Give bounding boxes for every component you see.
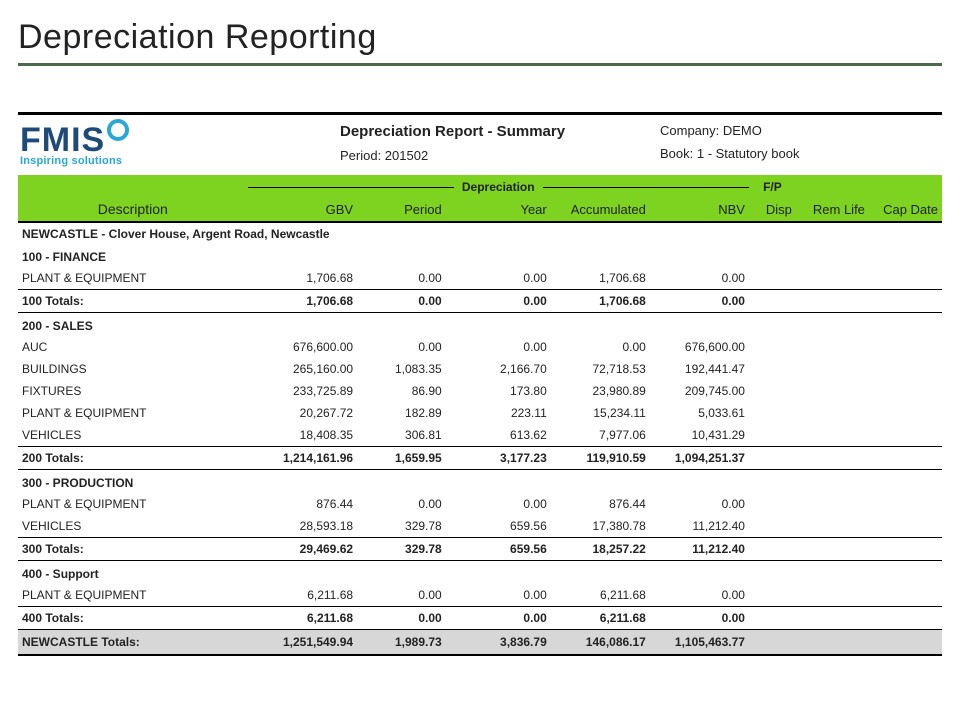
section-header: 400 - Support bbox=[18, 561, 942, 585]
section-totals: 300 Totals:29,469.62329.78659.5618,257.2… bbox=[18, 538, 942, 561]
col-accumulated: Accumulated bbox=[551, 199, 650, 222]
section-totals: 200 Totals:1,214,161.961,659.953,177.231… bbox=[18, 447, 942, 470]
row-desc: FIXTURES bbox=[18, 380, 248, 402]
col-gbv: GBV bbox=[248, 199, 358, 222]
title-rule bbox=[18, 63, 942, 66]
table-row: PLANT & EQUIPMENT1,706.680.000.001,706.6… bbox=[18, 267, 942, 290]
grand-label: NEWCASTLE Totals: bbox=[18, 630, 248, 656]
section-totals: 100 Totals:1,706.680.000.001,706.680.00 bbox=[18, 290, 942, 313]
row-desc: PLANT & EQUIPMENT bbox=[18, 402, 248, 424]
totals-label: 300 Totals: bbox=[18, 538, 248, 561]
col-disp: Disp bbox=[749, 199, 796, 222]
section-totals: 400 Totals:6,211.680.000.006,211.680.00 bbox=[18, 607, 942, 630]
col-period: Period bbox=[357, 199, 446, 222]
location-label: NEWCASTLE - Clover House, Argent Road, N… bbox=[18, 222, 942, 244]
totals-label: 100 Totals: bbox=[18, 290, 248, 313]
totals-label: 200 Totals: bbox=[18, 447, 248, 470]
report-header-center: Depreciation Report - Summary Period: 20… bbox=[340, 123, 660, 163]
totals-label: 400 Totals: bbox=[18, 607, 248, 630]
logo-text: FMIS bbox=[20, 123, 105, 157]
col-cap-date: Cap Date bbox=[869, 199, 942, 222]
row-desc: PLANT & EQUIPMENT bbox=[18, 267, 248, 290]
table-row: PLANT & EQUIPMENT6,211.680.000.006,211.6… bbox=[18, 584, 942, 607]
depreciation-span-label: Depreciation bbox=[446, 175, 551, 199]
col-nbv: NBV bbox=[650, 199, 749, 222]
section-title: 100 - FINANCE bbox=[18, 244, 942, 267]
section-title: 200 - SALES bbox=[18, 313, 942, 337]
header-band-top: Depreciation F/P bbox=[18, 175, 942, 199]
section-title: 400 - Support bbox=[18, 561, 942, 585]
row-desc: PLANT & EQUIPMENT bbox=[18, 493, 248, 515]
grand-totals: NEWCASTLE Totals:1,251,549.941,989.733,8… bbox=[18, 630, 942, 656]
section-title: 300 - PRODUCTION bbox=[18, 470, 942, 494]
report-period: Period: 201502 bbox=[340, 148, 660, 163]
logo-tagline: Inspiring solutions bbox=[20, 155, 340, 167]
row-desc: BUILDINGS bbox=[18, 358, 248, 380]
report: FMIS Inspiring solutions Depreciation Re… bbox=[18, 112, 942, 656]
page-title: Depreciation Reporting bbox=[18, 18, 942, 57]
table-row: FIXTURES233,725.8986.90173.8023,980.8920… bbox=[18, 380, 942, 402]
row-desc: VEHICLES bbox=[18, 515, 248, 538]
row-desc: VEHICLES bbox=[18, 424, 248, 447]
report-company: Company: DEMO bbox=[660, 123, 940, 138]
ring-icon bbox=[107, 119, 129, 141]
column-headers: Description GBV Period Year Accumulated … bbox=[18, 199, 942, 222]
report-book: Book: 1 - Statutory book bbox=[660, 146, 940, 161]
report-header: FMIS Inspiring solutions Depreciation Re… bbox=[18, 123, 942, 175]
row-desc: AUC bbox=[18, 336, 248, 358]
fp-span-label: F/P bbox=[749, 175, 796, 199]
col-year: Year bbox=[446, 199, 551, 222]
section-header: 100 - FINANCE bbox=[18, 244, 942, 267]
section-header: 200 - SALES bbox=[18, 313, 942, 337]
table-row: PLANT & EQUIPMENT20,267.72182.89223.1115… bbox=[18, 402, 942, 424]
table-row: PLANT & EQUIPMENT876.440.000.00876.440.0… bbox=[18, 493, 942, 515]
report-header-right: Company: DEMO Book: 1 - Statutory book bbox=[660, 123, 940, 161]
table-row: BUILDINGS265,160.001,083.352,166.7072,71… bbox=[18, 358, 942, 380]
table-row: VEHICLES18,408.35306.81613.627,977.0610,… bbox=[18, 424, 942, 447]
row-desc: PLANT & EQUIPMENT bbox=[18, 584, 248, 607]
col-rem-life: Rem Life bbox=[796, 199, 869, 222]
logo-block: FMIS Inspiring solutions bbox=[20, 123, 340, 167]
location-row: NEWCASTLE - Clover House, Argent Road, N… bbox=[18, 222, 942, 244]
table-row: VEHICLES28,593.18329.78659.5617,380.7811… bbox=[18, 515, 942, 538]
section-header: 300 - PRODUCTION bbox=[18, 470, 942, 494]
report-table: Depreciation F/P Description GBV Period … bbox=[18, 175, 942, 656]
col-description: Description bbox=[18, 199, 248, 222]
report-title: Depreciation Report - Summary bbox=[340, 123, 660, 140]
table-row: AUC676,600.000.000.000.00676,600.00 bbox=[18, 336, 942, 358]
